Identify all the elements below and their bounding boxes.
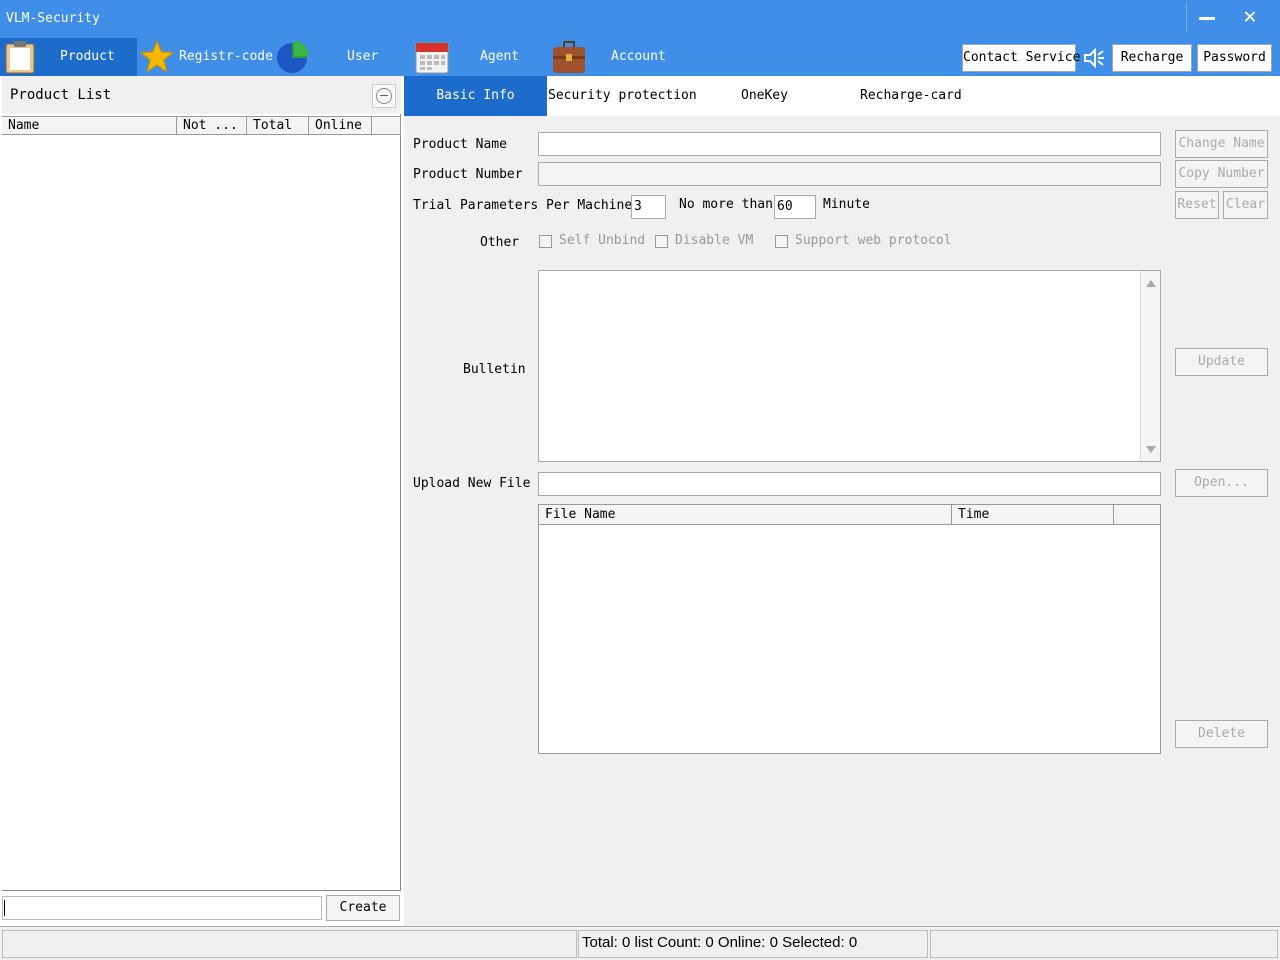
bulletin-textarea[interactable]: [538, 270, 1161, 462]
tab-recharge-card[interactable]: Recharge-card: [860, 76, 1000, 116]
change-name-button[interactable]: Change Name: [1175, 130, 1268, 158]
recharge-button[interactable]: Recharge: [1112, 44, 1192, 72]
minus-circle-icon: [376, 88, 392, 104]
disable-vm-checkbox[interactable]: [655, 235, 668, 248]
product-list-title: Product List: [10, 87, 112, 103]
column-header-name[interactable]: Name: [2, 116, 177, 135]
product-list-header: Product List: [2, 76, 401, 114]
scroll-up-icon[interactable]: [1146, 280, 1156, 287]
speaker-mute-icon[interactable]: [1082, 46, 1106, 70]
text-cursor: [4, 900, 5, 916]
password-button[interactable]: Password: [1197, 44, 1272, 72]
minute-label: Minute: [823, 197, 870, 212]
update-button[interactable]: Update: [1175, 348, 1268, 376]
product-name-input[interactable]: [538, 132, 1161, 156]
column-header-filler: [372, 116, 401, 135]
status-text: Total: 0 list Count: 0 Online: 0 Selecte…: [582, 934, 858, 951]
nav-user[interactable]: User: [275, 38, 410, 76]
trial-minutes-input[interactable]: 60: [774, 195, 816, 219]
tab-bar: Basic Info Security protection OneKey Re…: [404, 76, 1280, 116]
reset-button[interactable]: Reset: [1175, 191, 1219, 219]
clipboard-icon: [5, 41, 35, 74]
product-list-panel: Product List Name Not ... Total Online: [2, 76, 401, 891]
bulletin-scrollbar[interactable]: [1140, 271, 1160, 461]
product-number-input[interactable]: [538, 162, 1161, 186]
nav-registr-code-label: Registr-code: [179, 49, 273, 64]
support-web-protocol-label: Support web protocol: [795, 233, 952, 248]
status-cell-left: [2, 930, 577, 958]
time-column-header[interactable]: Time: [952, 505, 1114, 525]
column-header-total[interactable]: Total: [247, 116, 309, 135]
nav-account-label: Account: [611, 49, 666, 64]
file-table: File Name Time: [538, 504, 1161, 754]
open-button[interactable]: Open...: [1175, 469, 1268, 497]
status-cell-right: [930, 930, 1278, 958]
scroll-down-icon[interactable]: [1146, 446, 1156, 453]
nav-agent-label: Agent: [480, 49, 520, 64]
bulletin-label: Bulletin: [463, 362, 526, 377]
file-table-header-filler: [1114, 505, 1160, 525]
column-header-not[interactable]: Not ...: [177, 116, 247, 135]
column-header-online[interactable]: Online: [309, 116, 372, 135]
nav-account[interactable]: Account: [545, 38, 685, 76]
file-name-column-header[interactable]: File Name: [539, 505, 952, 525]
tab-basic-info[interactable]: Basic Info: [404, 76, 547, 116]
self-unbind-label: Self Unbind: [559, 233, 646, 248]
upload-file-input[interactable]: [538, 472, 1161, 496]
nav-product[interactable]: Product: [0, 38, 137, 76]
collapse-button[interactable]: [372, 84, 396, 108]
contact-service-button[interactable]: Contact Service: [962, 44, 1080, 72]
other-label: Other: [480, 235, 520, 250]
nav-user-label: User: [347, 49, 379, 64]
pie-chart-icon: [277, 41, 309, 73]
star-icon: [139, 39, 175, 74]
clear-button[interactable]: Clear: [1223, 191, 1268, 219]
close-icon: ✕: [1243, 4, 1257, 29]
support-web-protocol-checkbox[interactable]: [775, 235, 788, 248]
close-button[interactable]: ✕: [1230, 2, 1270, 32]
calendar-icon: [415, 42, 449, 74]
self-unbind-checkbox[interactable]: [539, 235, 552, 248]
title-bar: VLM-Security ✕: [0, 0, 1280, 38]
minimize-icon: [1199, 17, 1215, 20]
disable-vm-label: Disable VM: [675, 233, 754, 248]
product-number-label: Product Number: [413, 167, 523, 182]
window-title: VLM-Security: [6, 11, 100, 26]
trial-parameters-label: Trial Parameters Per Machine: [413, 198, 633, 213]
upload-new-file-label: Upload New File: [413, 476, 531, 491]
tab-onekey[interactable]: OneKey: [741, 76, 831, 116]
tab-security-protection[interactable]: Security protection: [548, 76, 728, 116]
nav-agent[interactable]: Agent: [410, 38, 545, 76]
new-product-name-input[interactable]: [2, 896, 322, 920]
nav-registr-code[interactable]: Registr-code: [137, 38, 275, 76]
product-name-label: Product Name: [413, 137, 507, 152]
delete-button[interactable]: Delete: [1175, 720, 1268, 748]
copy-number-button[interactable]: Copy Number: [1175, 160, 1268, 188]
nav-product-label: Product: [60, 49, 115, 64]
no-more-than-label: No more than: [679, 197, 773, 212]
trial-count-input[interactable]: 3: [631, 195, 666, 219]
create-button[interactable]: Create: [326, 895, 400, 921]
briefcase-icon: [553, 41, 585, 73]
minimize-button[interactable]: [1186, 2, 1226, 32]
